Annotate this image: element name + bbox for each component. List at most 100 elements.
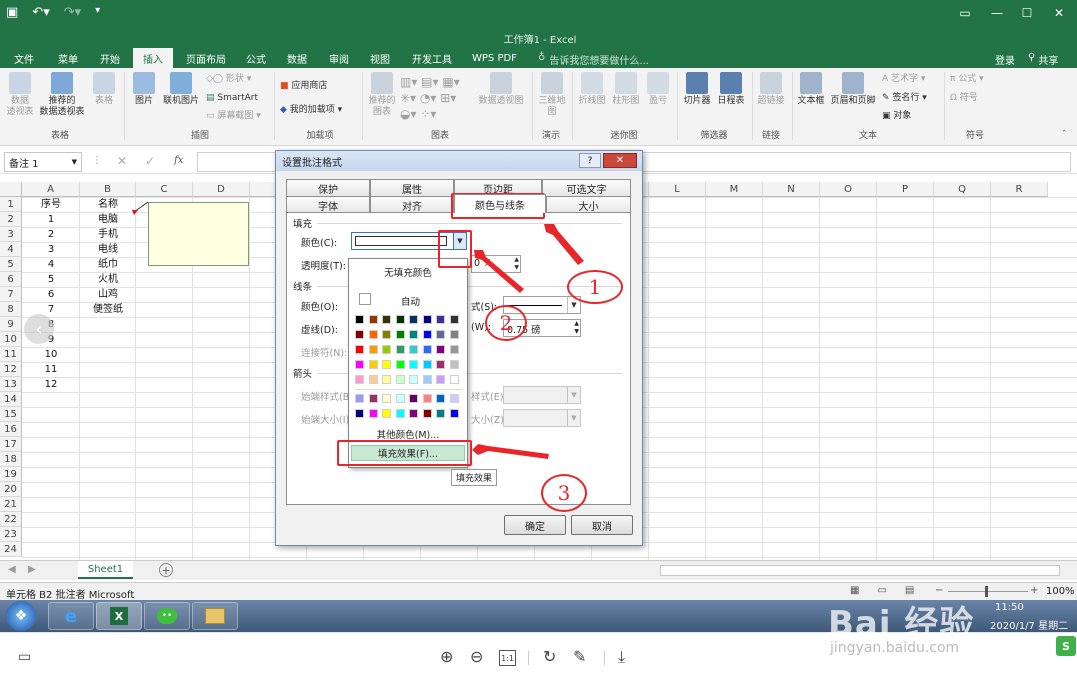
color-swatch[interactable]	[422, 394, 432, 403]
row-header-22[interactable]: 22	[0, 512, 22, 527]
tell-me-box[interactable]: ♁ 告诉我您想要做什么...	[538, 52, 649, 67]
cancel-icon[interactable]: ✕	[117, 154, 127, 168]
color-swatch[interactable]	[422, 409, 432, 418]
row-header-14[interactable]: 14	[0, 392, 22, 407]
color-swatch[interactable]	[436, 375, 445, 384]
row-header-2[interactable]: 2	[0, 212, 22, 227]
cell-b1[interactable]: 名称	[80, 197, 136, 212]
auto-option[interactable]: 自动	[401, 294, 420, 308]
tab-formulas[interactable]: 公式	[236, 48, 276, 68]
color-swatch[interactable]	[395, 375, 405, 384]
color-swatch[interactable]	[368, 330, 378, 339]
row-header-5[interactable]: 5	[0, 257, 22, 272]
recommended-charts-button[interactable]: 推荐的 图表	[366, 72, 398, 118]
cell-b4[interactable]: 电线	[80, 242, 136, 257]
tab-alignment[interactable]: 对齐	[370, 196, 454, 213]
undo-icon[interactable]: ↶▾	[32, 5, 49, 20]
redo-icon[interactable]: ↷▾	[64, 5, 81, 20]
tab-file[interactable]: 文件	[4, 48, 44, 68]
color-swatch[interactable]	[409, 409, 418, 418]
add-sheet-icon[interactable]: +	[159, 563, 173, 577]
cell-a1[interactable]: 序号	[22, 197, 80, 212]
cell-a7[interactable]: 6	[22, 287, 80, 302]
zoom-level[interactable]: 100%	[1046, 586, 1075, 597]
cell-b3[interactable]: 手机	[80, 227, 136, 242]
color-swatch[interactable]	[368, 315, 378, 324]
pivot-table-button[interactable]: 数据 透视表	[4, 72, 36, 118]
edit-icon[interactable]: ✎	[573, 647, 586, 666]
tab-view[interactable]: 视图	[360, 48, 400, 68]
tab-review[interactable]: 审阅	[319, 48, 359, 68]
tab-alt-text[interactable]: 可选文字	[542, 179, 631, 196]
zoom-out-icon[interactable]: −	[935, 585, 943, 596]
slicer-button[interactable]: 切片器	[680, 72, 714, 107]
spinner-icon[interactable]: ▲ ▼	[574, 320, 579, 336]
color-swatch[interactable]	[409, 375, 418, 384]
color-swatch[interactable]	[395, 409, 405, 418]
color-swatch[interactable]	[382, 360, 391, 369]
color-swatch[interactable]	[382, 394, 391, 403]
3d-map-button[interactable]: 三维地 图	[536, 72, 568, 118]
save-icon[interactable]: ▣	[6, 5, 18, 20]
row-header-12[interactable]: 12	[0, 362, 22, 377]
row-header-8[interactable]: 8	[0, 302, 22, 317]
maximize-button[interactable]: ☐	[1012, 0, 1042, 26]
download-icon[interactable]: ⤓	[618, 647, 625, 667]
color-swatch[interactable]	[409, 394, 418, 403]
row-header-9[interactable]: 9	[0, 317, 22, 332]
start-button[interactable]: ❖	[6, 601, 36, 631]
timeline-button[interactable]: 日程表	[714, 72, 748, 107]
color-swatch[interactable]	[409, 330, 418, 339]
row-header-4[interactable]: 4	[0, 242, 22, 257]
wechat-taskbar-button[interactable]: ••	[144, 602, 190, 630]
color-swatch[interactable]	[409, 345, 418, 354]
zoom-in-view-icon[interactable]: ⊕	[440, 647, 453, 666]
color-swatch[interactable]	[422, 375, 432, 384]
color-swatch[interactable]	[409, 315, 418, 324]
cancel-button[interactable]: 取消	[571, 515, 633, 535]
end-style-dropdown[interactable]: ▼	[503, 386, 581, 404]
sparkline-winloss-button[interactable]: 盈亏	[644, 72, 672, 107]
fx-icon[interactable]: fx	[174, 155, 183, 166]
row-header-1[interactable]: 1	[0, 197, 22, 212]
cell-a11[interactable]: 10	[22, 347, 80, 362]
color-swatch[interactable]	[368, 375, 378, 384]
row-header-6[interactable]: 6	[0, 272, 22, 287]
color-swatch[interactable]	[355, 345, 364, 354]
row-header-21[interactable]: 21	[0, 497, 22, 512]
tab-developer[interactable]: 开发工具	[402, 48, 462, 68]
row-header-19[interactable]: 19	[0, 467, 22, 482]
cell-a4[interactable]: 3	[22, 242, 80, 257]
column-header-r[interactable]: R	[991, 182, 1048, 197]
sheet-tab-sheet1[interactable]: Sheet1	[78, 561, 133, 579]
color-swatch[interactable]	[449, 394, 459, 403]
login-link[interactable]: 登录	[995, 52, 1015, 67]
textbox-button[interactable]: 文本框	[795, 72, 827, 107]
color-swatch[interactable]	[355, 360, 364, 369]
wordart-button[interactable]: A 艺术字 ▾	[882, 74, 942, 85]
tab-page-layout[interactable]: 页面布局	[176, 48, 236, 68]
color-swatch[interactable]	[355, 394, 364, 403]
color-swatch[interactable]	[395, 394, 405, 403]
pivot-chart-button[interactable]: 数据透视图	[476, 72, 526, 107]
sheet-nav-left-icon[interactable]: ◀	[8, 564, 16, 575]
color-swatch[interactable]	[422, 345, 432, 354]
explorer-taskbar-button[interactable]	[192, 602, 238, 630]
end-size-dropdown[interactable]: ▼	[503, 409, 581, 427]
row-header-17[interactable]: 17	[0, 437, 22, 452]
color-swatch[interactable]	[395, 330, 405, 339]
column-header-d[interactable]: D	[193, 182, 250, 197]
tab-menu[interactable]: 菜单	[48, 48, 88, 68]
online-pictures-button[interactable]: 联机图片	[160, 72, 202, 107]
screenshot-button[interactable]: ▭ 屏幕截图 ▾	[206, 111, 270, 122]
hyperlink-button[interactable]: 超链接	[755, 72, 787, 107]
color-swatch[interactable]	[368, 409, 378, 418]
color-swatch[interactable]	[382, 330, 391, 339]
color-swatch[interactable]	[395, 345, 405, 354]
cell-a5[interactable]: 4	[22, 257, 80, 272]
spinner-icon[interactable]: ▲ ▼	[514, 256, 519, 272]
sparkline-line-button[interactable]: 折线图	[576, 72, 608, 107]
minimize-button[interactable]: —	[982, 0, 1012, 26]
row-header-16[interactable]: 16	[0, 422, 22, 437]
ie-taskbar-button[interactable]: e	[48, 602, 94, 630]
